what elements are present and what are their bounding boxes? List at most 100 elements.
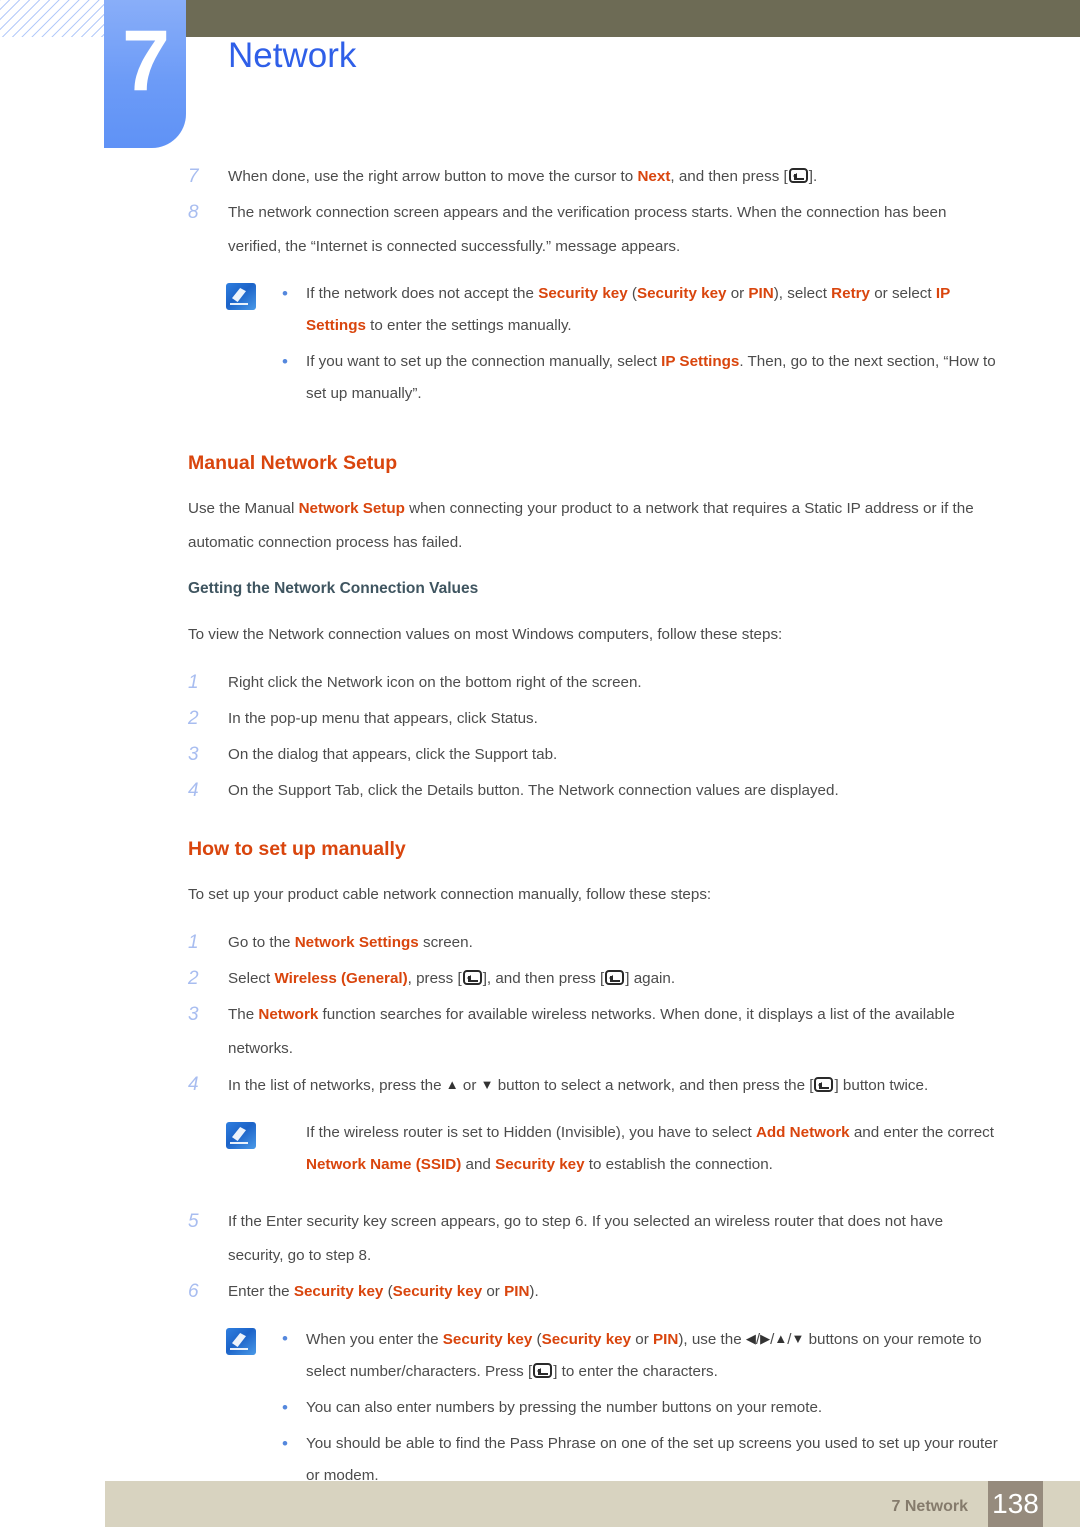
keyword-text: Security key xyxy=(293,1283,384,1300)
step-item: 4 On the Support Tab, click the Details … xyxy=(188,774,1000,808)
keyword-text: PIN xyxy=(653,1331,679,1348)
step-text: Right click the Network icon on the bott… xyxy=(228,674,642,691)
keyword-text: Next xyxy=(637,168,671,185)
note-body: If the wireless router is set to Hidden … xyxy=(256,1117,1000,1181)
bullet-marker: • xyxy=(282,1434,288,1453)
note-body: • When you enter the Security key (Secur… xyxy=(256,1323,1000,1496)
keyword-text: Retry xyxy=(831,285,870,302)
page-content: 7 When done, use the right arrow button … xyxy=(0,160,1080,1496)
step-number: 2 xyxy=(188,968,199,989)
step-number: 1 xyxy=(188,672,199,693)
step-item: 1 Go to the Network Settings screen. xyxy=(188,926,1000,960)
chapter-number-badge: 7 xyxy=(104,0,186,148)
step-item: 7 When done, use the right arrow button … xyxy=(188,160,1000,194)
direction-arrow-icon: ▼ xyxy=(480,1077,494,1092)
steps-top-list: 7 When done, use the right arrow button … xyxy=(188,160,1000,264)
step-number: 3 xyxy=(188,744,199,765)
step-number: 5 xyxy=(188,1211,199,1232)
direction-arrow-icon: ▲ xyxy=(445,1077,459,1092)
direction-arrow-icon: ▲ xyxy=(774,1331,788,1346)
note-bullet-item: • If the network does not accept the Sec… xyxy=(276,278,1000,342)
step-number: 1 xyxy=(188,932,199,953)
keyword-text: Network Setup xyxy=(298,500,405,517)
note-box: If the wireless router is set to Hidden … xyxy=(188,1117,1000,1181)
step-text: On the dialog that appears, click the Su… xyxy=(228,746,558,763)
step-number: 4 xyxy=(188,780,199,801)
note-pencil-icon xyxy=(226,1328,256,1355)
connection-values-intro: To view the Network connection values on… xyxy=(188,626,783,643)
howto-steps-list: 1 Go to the Network Settings screen. 2 S… xyxy=(188,926,1000,1103)
step-number: 4 xyxy=(188,1074,199,1095)
connection-values-steps: 1 Right click the Network icon on the bo… xyxy=(188,666,1000,808)
keyword-text: Security key xyxy=(392,1283,483,1300)
bullet-marker: • xyxy=(282,1398,288,1417)
step-text: When done, use the right arrow button to… xyxy=(228,168,818,185)
keyword-text: Wireless (General) xyxy=(274,970,408,987)
step-text: Enter the Security key (Security key or … xyxy=(228,1283,539,1300)
enter-key-icon xyxy=(462,970,482,985)
step-item: 3 On the dialog that appears, click the … xyxy=(188,738,1000,772)
step-text: Select Wireless (General), press [], and… xyxy=(228,970,676,987)
bullet-marker: • xyxy=(282,284,288,303)
keyword-text: Network xyxy=(258,1006,319,1023)
note-pencil-icon xyxy=(226,283,256,310)
footer-page-number: 138 xyxy=(988,1481,1043,1527)
step-number: 2 xyxy=(188,708,199,729)
note-bullet-text: If you want to set up the connection man… xyxy=(306,353,996,402)
section-heading-how-to-set-up-manually: How to set up manually xyxy=(188,838,406,860)
enter-key-icon xyxy=(605,970,625,985)
section-heading-manual-network-setup: Manual Network Setup xyxy=(188,452,398,474)
footer-chapter-label: 7 Network xyxy=(891,1498,968,1515)
page-footer: 7 Network 138 xyxy=(0,1477,1080,1527)
step-text: Go to the Network Settings screen. xyxy=(228,934,473,951)
step-text: If the Enter security key screen appears… xyxy=(228,1213,944,1264)
step-item: 2 In the pop-up menu that appears, click… xyxy=(188,702,1000,736)
howto-intro: To set up your product cable network con… xyxy=(188,886,712,903)
step-text: On the Support Tab, click the Details bu… xyxy=(228,782,839,799)
enter-key-icon xyxy=(533,1363,553,1378)
note-box: • When you enter the Security key (Secur… xyxy=(188,1323,1000,1496)
note-bullet-text: If the network does not accept the Secur… xyxy=(306,285,950,334)
keyword-text: Security key xyxy=(538,285,628,302)
keyword-text: PIN xyxy=(748,285,774,302)
note-bullet-text: You can also enter numbers by pressing t… xyxy=(306,1399,823,1416)
step-number: 3 xyxy=(188,1004,199,1025)
direction-arrow-icon: ▶ xyxy=(760,1331,771,1346)
step-item: 1 Right click the Network icon on the bo… xyxy=(188,666,1000,700)
hatch-decoration xyxy=(0,0,112,37)
keyword-text: Network Name (SSID) xyxy=(306,1156,462,1173)
step-item: 3 The Network function searches for avai… xyxy=(188,998,1000,1066)
keyword-text: PIN xyxy=(504,1283,530,1300)
note-bullet-item: • When you enter the Security key (Secur… xyxy=(276,1323,1000,1388)
note-bullet-item: • If you want to set up the connection m… xyxy=(276,346,1000,410)
keyword-text: Security key xyxy=(495,1156,585,1173)
manual-setup-intro: Use the Manual Network Setup when connec… xyxy=(188,500,974,551)
direction-arrow-icon: ◀ xyxy=(745,1331,756,1346)
keyword-text: Security key xyxy=(636,285,727,302)
step-item: 8 The network connection screen appears … xyxy=(188,196,1000,264)
step-text: The Network function searches for availa… xyxy=(228,1006,955,1057)
direction-arrow-icon: ▼ xyxy=(791,1331,805,1346)
chapter-title: Network xyxy=(228,36,357,75)
note-pencil-icon xyxy=(226,1122,256,1149)
page-header: 7 Network xyxy=(0,0,1080,160)
step-item: 6 Enter the Security key (Security key o… xyxy=(188,1275,1000,1309)
step-number: 7 xyxy=(188,166,199,187)
keyword-text: Add Network xyxy=(755,1124,850,1141)
keyword-text: IP Settings xyxy=(661,353,740,370)
step-number: 6 xyxy=(188,1281,199,1302)
note-text: If the wireless router is set to Hidden … xyxy=(306,1124,994,1173)
step-text: The network connection screen appears an… xyxy=(228,204,947,255)
note-bullet-text: When you enter the Security key (Securit… xyxy=(306,1331,982,1380)
howto-steps-continued: 5 If the Enter security key screen appea… xyxy=(188,1205,1000,1309)
step-text: In the pop-up menu that appears, click S… xyxy=(228,710,538,727)
step-text: In the list of networks, press the ▲ or … xyxy=(228,1077,929,1094)
step-item: 5 If the Enter security key screen appea… xyxy=(188,1205,1000,1273)
enter-key-icon xyxy=(814,1077,834,1092)
step-item: 2 Select Wireless (General), press [], a… xyxy=(188,962,1000,996)
keyword-text: Security key xyxy=(442,1331,533,1348)
enter-key-icon xyxy=(788,168,808,183)
keyword-text: Security key xyxy=(541,1331,632,1348)
bullet-marker: • xyxy=(282,1329,288,1348)
step-item: 4 In the list of networks, press the ▲ o… xyxy=(188,1068,1000,1103)
